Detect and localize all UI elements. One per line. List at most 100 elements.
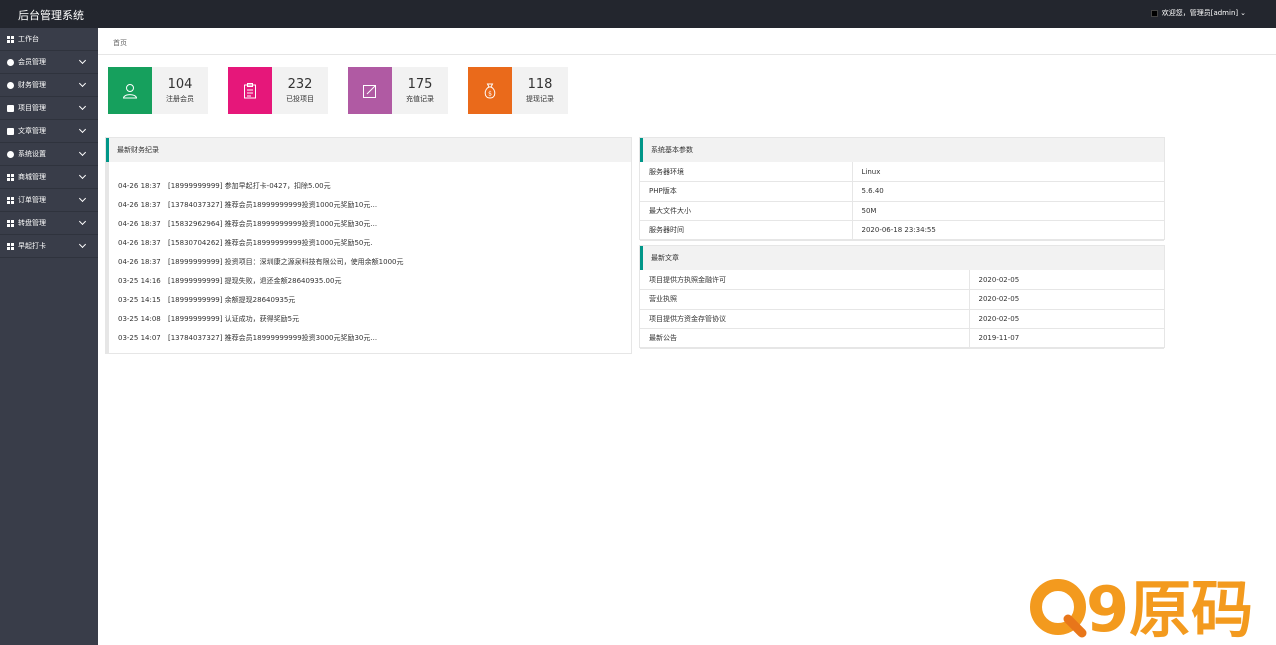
- svg-text:$: $: [488, 90, 492, 97]
- record-text: [18999999999] 投资项目：深圳康之源泉科技有限公司，使用余额1000…: [168, 257, 404, 266]
- chevron-down-icon: [78, 171, 87, 180]
- record-time: 04-26 18:37: [118, 181, 161, 190]
- sidebar-item-label: 工作台: [18, 35, 39, 43]
- sidebar-item-articles[interactable]: 文章管理: [0, 120, 98, 143]
- chevron-down-icon: [78, 79, 87, 88]
- grid-icon: [7, 242, 14, 250]
- list-item: 04-26 18:37 [18999999999] 参加早起打卡-0427，扣除5…: [109, 176, 631, 195]
- sidebar-item-label: 订单管理: [18, 196, 46, 204]
- watermark-text: 9原码: [1086, 575, 1253, 640]
- article-date: 2020-02-05: [969, 270, 1164, 290]
- chevron-down-icon: [78, 240, 87, 249]
- record-time: 03-25 14:15: [118, 295, 161, 304]
- param-key: 最大文件大小: [640, 201, 853, 221]
- chevron-down-icon: [78, 125, 87, 134]
- table-row[interactable]: 项目提供方执照金融许可 2020-02-05: [640, 270, 1164, 290]
- stat-label: 充值记录: [406, 95, 434, 103]
- table-row: 最大文件大小 50M: [640, 201, 1164, 221]
- chevron-down-icon: [78, 217, 87, 226]
- record-text: [18999999999] 认证成功，获得奖励5元: [168, 314, 300, 323]
- finance-records-panel: 最新财务纪录 04-26 18:37 [18999999999] 参加早起打卡-0…: [105, 137, 632, 354]
- sidebar-item-wheel[interactable]: 转盘管理: [0, 212, 98, 235]
- record-text: [13784037327] 推荐会员18999999999投资1000元奖励10…: [168, 200, 378, 209]
- panel-title: 最新文章: [640, 246, 1164, 270]
- circle-icon: [7, 58, 14, 66]
- record-time: 03-25 14:08: [118, 314, 161, 323]
- sidebar-item-mall[interactable]: 商城管理: [0, 166, 98, 189]
- table-row[interactable]: 营业执照 2020-02-05: [640, 289, 1164, 310]
- q9-watermark-logo: 9原码: [1030, 575, 1253, 640]
- stat-card-members[interactable]: 104 注册会员: [108, 67, 208, 114]
- record-time: 04-26 18:37: [118, 219, 161, 228]
- sidebar-item-members[interactable]: 会员管理: [0, 51, 98, 74]
- article-date: 2020-02-05: [969, 289, 1164, 310]
- list-item: 04-26 18:37 [13784037327] 推荐会员18999999999…: [109, 195, 631, 214]
- article-date: 2019-11-07: [969, 328, 1164, 349]
- param-key: 服务器时间: [640, 220, 853, 241]
- avatar-icon: [1150, 9, 1158, 17]
- stat-value: 118: [527, 77, 553, 92]
- doc-icon: [7, 127, 14, 135]
- param-key: PHP版本: [640, 181, 853, 202]
- user-icon: [108, 67, 152, 114]
- stat-label: 已投项目: [286, 95, 314, 103]
- stat-value: 104: [167, 77, 193, 92]
- grid-icon: [7, 173, 14, 181]
- sidebar-item-label: 转盘管理: [18, 219, 46, 227]
- system-params-table: 服务器环境 Linux PHP版本 5.6.40 最大文件大小 50M 服务器时间 20…: [640, 162, 1164, 241]
- grid-icon: [7, 196, 14, 204]
- stat-label: 提现记录: [526, 95, 554, 103]
- stat-card-projects[interactable]: 232 已投项目: [228, 67, 328, 114]
- sidebar-item-checkin[interactable]: 早起打卡: [0, 235, 98, 258]
- record-text: [15832962964] 推荐会员18999999999投资1000元奖励30…: [168, 219, 378, 228]
- table-row: 服务器时间 2020-06-18 23:34:55: [640, 220, 1164, 241]
- param-value: 50M: [852, 201, 1164, 221]
- chevron-down-icon: [78, 194, 87, 203]
- sidebar-item-label: 系统设置: [18, 150, 46, 158]
- list-item: 03-25 14:08 [18999999999] 认证成功，获得奖励5元: [109, 309, 631, 328]
- record-time: 04-26 18:37: [118, 257, 161, 266]
- sidebar-item-label: 项目管理: [18, 104, 46, 112]
- sidebar-item-finance[interactable]: 财务管理: [0, 74, 98, 97]
- doc-icon: [7, 104, 14, 112]
- record-text: [18999999999] 余额提现28640935元: [168, 295, 296, 304]
- system-params-panel: 系统基本参数 服务器环境 Linux PHP版本 5.6.40 最大文件大小 50M …: [639, 137, 1165, 241]
- article-title[interactable]: 营业执照: [640, 289, 970, 310]
- breadcrumb: 首页: [98, 28, 1276, 55]
- param-value: Linux: [852, 162, 1164, 182]
- record-time: 04-26 18:37: [118, 238, 161, 247]
- stat-card-withdraw[interactable]: $ 118 提现记录: [468, 67, 568, 114]
- record-time: 04-26 18:37: [118, 200, 161, 209]
- breadcrumb-home[interactable]: 首页: [113, 38, 127, 48]
- top-bar: 后台管理系统 欢迎您，管理员[admin] ⌄: [0, 0, 1276, 28]
- sidebar-item-settings[interactable]: 系统设置: [0, 143, 98, 166]
- sidebar-item-orders[interactable]: 订单管理: [0, 189, 98, 212]
- param-value: 5.6.40: [852, 181, 1164, 202]
- sidebar-item-workbench[interactable]: 工作台: [0, 28, 98, 51]
- table-row: PHP版本 5.6.40: [640, 181, 1164, 202]
- sidebar-item-projects[interactable]: 项目管理: [0, 97, 98, 120]
- gear-icon: [7, 150, 14, 158]
- sidebar-item-label: 早起打卡: [18, 242, 46, 250]
- stat-card-recharge[interactable]: 175 充值记录: [348, 67, 448, 114]
- circle-icon: [7, 81, 14, 89]
- sidebar-item-label: 财务管理: [18, 81, 46, 89]
- article-title[interactable]: 项目提供方执照金融许可: [640, 270, 970, 290]
- article-title[interactable]: 项目提供方资金存管协议: [640, 309, 970, 329]
- table-row[interactable]: 项目提供方资金存管协议 2020-02-05: [640, 309, 1164, 329]
- list-item: 04-26 18:37 [18999999999] 投资项目：深圳康之源泉科技有限…: [109, 252, 631, 271]
- finance-records-list: 04-26 18:37 [18999999999] 参加早起打卡-0427，扣除5…: [106, 162, 631, 354]
- record-text: [15830704262] 推荐会员18999999999投资1000元奖励50…: [168, 238, 373, 247]
- article-title[interactable]: 最新公告: [640, 328, 970, 349]
- stat-label: 注册会员: [166, 95, 194, 103]
- table-row[interactable]: 最新公告 2019-11-07: [640, 328, 1164, 349]
- list-item: 03-25 14:16 [18999999999] 提现失败，退还金额286409…: [109, 271, 631, 290]
- clipboard-icon: [228, 67, 272, 114]
- user-menu[interactable]: 欢迎您，管理员[admin] ⌄: [1150, 8, 1246, 18]
- sidebar: 工作台 会员管理 财务管理 项目管理 文章管理 系统设置 商城管理 订单管理 转…: [0, 28, 98, 645]
- panel-title: 系统基本参数: [640, 138, 1164, 162]
- panel-title: 最新财务纪录: [106, 138, 631, 162]
- list-item: 04-26 18:37 [15832962964] 推荐会员18999999999…: [109, 214, 631, 233]
- user-greeting: 欢迎您，管理员[admin]: [1161, 9, 1239, 17]
- sidebar-item-label: 文章管理: [18, 127, 46, 135]
